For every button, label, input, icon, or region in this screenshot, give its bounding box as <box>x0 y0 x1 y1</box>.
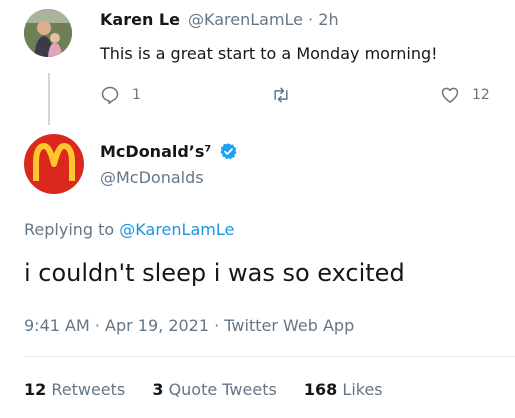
avatar-photo <box>24 9 72 57</box>
likes-label: Likes <box>337 380 383 399</box>
quote-tweets-count: 3 <box>152 380 164 399</box>
likes-stat[interactable]: 168 Likes <box>304 380 383 399</box>
main-tweet-text: i couldn't sleep i was so excited <box>24 259 405 287</box>
replying-to-line: Replying to @KarenLamLe <box>24 220 234 239</box>
parent-handle-time[interactable]: @KarenLamLe · 2h <box>188 10 339 29</box>
thread-connector-line <box>48 73 50 125</box>
like-button[interactable]: 12 <box>440 85 490 105</box>
retweets-label: Retweets <box>46 380 126 399</box>
verified-badge-icon <box>219 142 238 161</box>
heart-icon <box>441 87 459 103</box>
quote-tweets-label: Quote Tweets <box>163 380 277 399</box>
karen-avatar[interactable] <box>24 9 72 57</box>
reply-count: 1 <box>132 87 141 103</box>
quote-tweets-stat[interactable]: 3 Quote Tweets <box>152 380 276 399</box>
engagement-stats: 12 Retweets 3 Quote Tweets 168 Likes <box>24 380 405 399</box>
parent-tweet-text: This is a great start to a Monday mornin… <box>100 44 438 63</box>
replying-prefix: Replying to <box>24 220 120 239</box>
tweet-timestamp-source[interactable]: 9:41 AM · Apr 19, 2021 · Twitter Web App <box>24 316 354 335</box>
retweet-icon <box>274 87 288 103</box>
reply-button[interactable]: 1 <box>100 85 141 105</box>
retweets-stat[interactable]: 12 Retweets <box>24 380 125 399</box>
divider <box>24 356 515 357</box>
main-handle[interactable]: @McDonalds <box>100 168 204 187</box>
like-count: 12 <box>472 87 490 103</box>
retweets-count: 12 <box>24 380 47 399</box>
parent-author-name[interactable]: Karen Le <box>100 10 180 29</box>
golden-arches-logo-icon <box>33 143 75 181</box>
mcdonalds-avatar[interactable] <box>24 134 84 194</box>
reply-icon <box>101 86 119 105</box>
retweet-button[interactable] <box>270 85 292 105</box>
likes-count: 168 <box>303 380 338 399</box>
main-author-name[interactable]: McDonald’s⁷ <box>100 142 211 161</box>
replying-to-mention-link[interactable]: @KarenLamLe <box>119 220 234 239</box>
